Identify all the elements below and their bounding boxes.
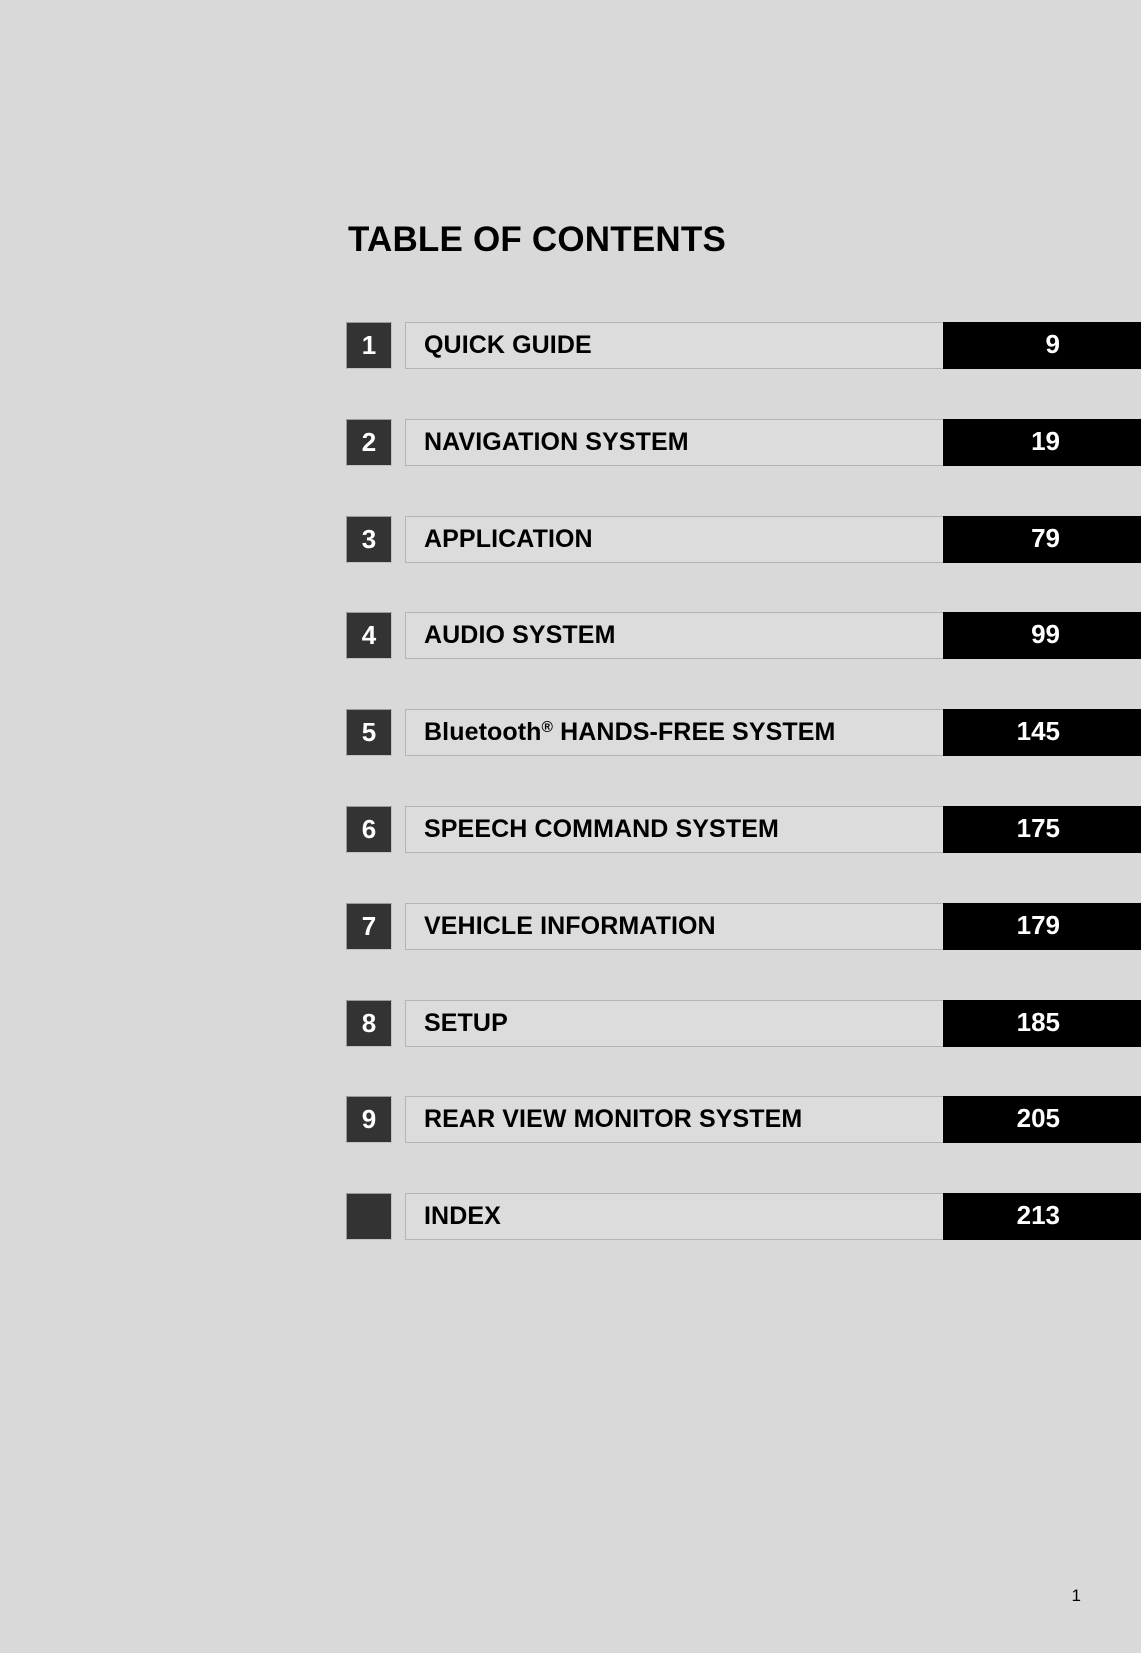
chapter-label-main: AUDIO SYSTEM (424, 621, 616, 650)
chapter-label-main: SETUP (424, 1008, 508, 1037)
page-number: 185 (1016, 1006, 1060, 1037)
toc-row[interactable]: 5 Bluetooth® HANDS-FREE SYSTEM 145 (0, 709, 1141, 806)
chapter-number-badge: 5 (346, 709, 392, 757)
chapter-label-main: VEHICLE INFORMATION (424, 911, 716, 940)
toc-page: TABLE OF CONTENTS 1 QUICK GUIDE 9 2 NAVIGATI… (0, 0, 1141, 1653)
toc-row[interactable]: 9 REAR VIEW MONITOR SYSTEM 205 (0, 1096, 1141, 1193)
toc-row[interactable]: 6 SPEECH COMMAND SYSTEM 175 (0, 805, 1141, 903)
chapter-label-main: INDEX (424, 1202, 501, 1231)
chapter-number-badge: 1 (346, 322, 392, 369)
chapter-number-badge (346, 1193, 392, 1241)
page-number-bar[interactable]: 79 (943, 515, 1141, 563)
page-number: 79 (1031, 522, 1060, 553)
chapter-label: VEHICLE INFORMATION (424, 904, 716, 949)
chapter-label: Bluetooth® HANDS-FREE SYSTEM (424, 710, 835, 755)
page-number-bar[interactable]: 213 (943, 1193, 1141, 1241)
registered-trademark-mark: ® (541, 719, 554, 737)
chapter-number-badge: 7 (346, 902, 392, 950)
page-number: 19 (1031, 425, 1060, 456)
chapter-label-plate[interactable]: REAR VIEW MONITOR SYSTEM (405, 1096, 944, 1144)
chapter-label-plate[interactable]: QUICK GUIDE (405, 322, 944, 369)
chapter-label: NAVIGATION SYSTEM (424, 420, 689, 465)
page-number-bar[interactable]: 185 (943, 999, 1141, 1047)
page-number-bar[interactable]: 99 (943, 612, 1141, 660)
chapter-label-main: Bluetooth (424, 718, 542, 747)
chapter-number-badge: 9 (346, 1096, 392, 1144)
chapter-label: REAR VIEW MONITOR SYSTEM (424, 1097, 802, 1142)
toc-row[interactable]: INDEX 213 (0, 1193, 1141, 1290)
chapter-label-main: QUICK GUIDE (424, 331, 592, 359)
page-number-bar[interactable]: 175 (943, 805, 1141, 853)
page-title: TABLE OF CONTENTS (348, 220, 727, 259)
chapter-number-badge: 4 (346, 612, 392, 660)
page-number: 213 (1016, 1200, 1060, 1231)
chapter-label-plate[interactable]: APPLICATION (405, 515, 944, 563)
chapter-label-main: APPLICATION (424, 524, 593, 553)
page-number: 179 (1016, 909, 1060, 940)
page-number-bar[interactable]: 179 (943, 902, 1141, 950)
chapter-label: INDEX (424, 1194, 501, 1239)
toc-row[interactable]: 2 NAVIGATION SYSTEM 19 (0, 418, 1141, 516)
page-number: 9 (1045, 329, 1060, 359)
page-number: 175 (1016, 812, 1060, 843)
chapter-label-main: REAR VIEW MONITOR SYSTEM (424, 1105, 803, 1134)
page-number-bar[interactable]: 205 (943, 1096, 1141, 1144)
chapter-number-badge: 8 (346, 999, 392, 1047)
chapter-number-badge: 6 (346, 805, 392, 853)
chapter-label: SETUP (424, 1001, 508, 1046)
toc-row[interactable]: 1 QUICK GUIDE 9 (0, 322, 1141, 419)
chapter-label-plate[interactable]: Bluetooth® HANDS-FREE SYSTEM (405, 709, 944, 757)
chapter-label: SPEECH COMMAND SYSTEM (424, 807, 779, 852)
chapter-label-plate[interactable]: VEHICLE INFORMATION (405, 902, 944, 950)
chapter-number-badge: 3 (346, 515, 392, 563)
toc-row[interactable]: 8 SETUP 185 (0, 999, 1141, 1097)
page-number: 145 (1016, 716, 1060, 747)
folio-page-number: 1 (1071, 1586, 1081, 1605)
chapter-label-plate[interactable]: AUDIO SYSTEM (405, 612, 944, 660)
chapter-label-tail: HANDS-FREE SYSTEM (553, 718, 836, 747)
chapter-label: APPLICATION (424, 517, 593, 562)
chapter-label-plate[interactable]: NAVIGATION SYSTEM (405, 418, 944, 466)
chapter-label: AUDIO SYSTEM (424, 613, 616, 658)
page-number: 205 (1016, 1103, 1060, 1134)
chapter-label-main: SPEECH COMMAND SYSTEM (424, 814, 779, 843)
chapter-label-plate[interactable]: INDEX (405, 1193, 944, 1241)
page-number-bar[interactable]: 19 (943, 418, 1141, 466)
toc-row[interactable]: 7 VEHICLE INFORMATION 179 (0, 902, 1141, 1000)
chapter-label: QUICK GUIDE (424, 323, 592, 368)
toc-row[interactable]: 3 APPLICATION 79 (0, 515, 1141, 613)
toc-row[interactable]: 4 AUDIO SYSTEM 99 (0, 612, 1141, 709)
chapter-label-plate[interactable]: SPEECH COMMAND SYSTEM (405, 805, 944, 853)
chapter-number-badge: 2 (346, 418, 392, 466)
table-of-contents-list: 1 QUICK GUIDE 9 2 NAVIGATION SYSTEM 19 3 APPLIC… (0, 322, 1141, 1290)
page-number-bar[interactable]: 145 (943, 709, 1141, 757)
page-number-bar[interactable]: 9 (943, 322, 1141, 369)
chapter-label-main: NAVIGATION SYSTEM (424, 427, 689, 456)
chapter-label-plate[interactable]: SETUP (405, 999, 944, 1047)
page-number: 99 (1031, 619, 1060, 650)
